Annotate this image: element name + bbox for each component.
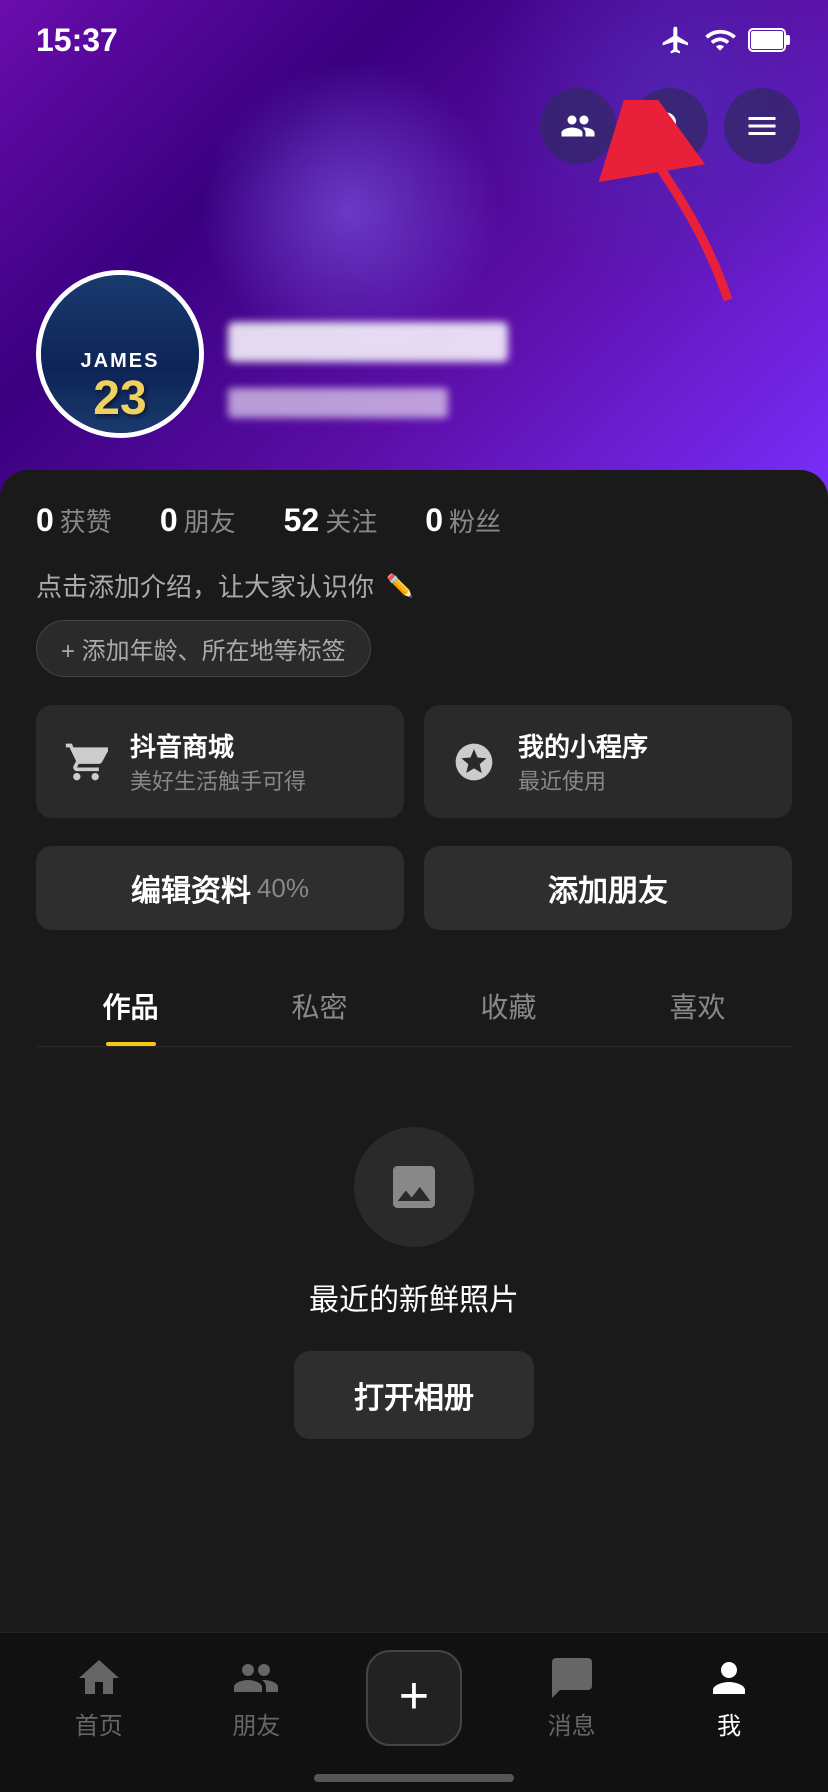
- top-actions: [540, 88, 800, 164]
- followers-label: 粉丝: [449, 502, 501, 539]
- menu-button[interactable]: [724, 88, 800, 164]
- following-label: 关注: [325, 502, 377, 539]
- wifi-icon: [704, 24, 736, 56]
- empty-icon-circle: [354, 1127, 474, 1247]
- nav-plus-button[interactable]: +: [366, 1650, 462, 1746]
- feature-mall[interactable]: 抖音商城 美好生活触手可得: [36, 705, 404, 818]
- status-bar: 15:37: [0, 0, 828, 80]
- menu-icon: [744, 108, 780, 144]
- tab-collection[interactable]: 收藏: [414, 962, 603, 1046]
- nav-messages[interactable]: 消息: [493, 1654, 651, 1741]
- search-button[interactable]: [632, 88, 708, 164]
- message-icon: [548, 1654, 596, 1702]
- stats-row: 0 获赞 0 朋友 52 关注 0 粉丝: [36, 502, 792, 539]
- tabs-row: 作品 私密 收藏 喜欢: [36, 962, 792, 1047]
- miniapp-info: 我的小程序 最近使用: [518, 727, 648, 796]
- add-tag-button[interactable]: + 添加年龄、所在地等标签: [36, 620, 371, 677]
- feature-miniapp[interactable]: 我的小程序 最近使用: [424, 705, 792, 818]
- friends-button[interactable]: [540, 88, 616, 164]
- nav-friends-icon: [232, 1654, 280, 1702]
- likes-label: 获赞: [60, 502, 112, 539]
- add-friend-button[interactable]: 添加朋友: [424, 846, 792, 930]
- miniapp-icon: [448, 736, 500, 788]
- profile-area: JAMES 23: [36, 270, 508, 438]
- home-icon: [75, 1654, 123, 1702]
- edit-icon: ✏️: [386, 573, 413, 599]
- tab-likes[interactable]: 喜欢: [603, 962, 792, 1046]
- nav-messages-label: 消息: [548, 1706, 596, 1741]
- friends-label: 朋友: [184, 502, 236, 539]
- empty-title: 最近的新鲜照片: [309, 1275, 519, 1319]
- jersey-number: 23: [93, 375, 146, 423]
- photo-icon: [386, 1159, 442, 1215]
- tab-private[interactable]: 私密: [225, 962, 414, 1046]
- stat-friends[interactable]: 0 朋友: [160, 502, 236, 539]
- tab-works[interactable]: 作品: [36, 962, 225, 1046]
- nav-me[interactable]: 我: [650, 1654, 808, 1741]
- empty-state: 最近的新鲜照片 打开相册: [36, 1047, 792, 1479]
- profile-icon: [705, 1654, 753, 1702]
- edit-profile-button[interactable]: 编辑资料 40%: [36, 846, 404, 930]
- mall-info: 抖音商城 美好生活触手可得: [130, 727, 306, 796]
- likes-count: 0: [36, 502, 54, 539]
- nav-friends-label: 朋友: [232, 1706, 280, 1741]
- nav-me-label: 我: [717, 1706, 741, 1741]
- jersey-name: JAMES: [81, 350, 160, 373]
- action-buttons-row: 编辑资料 40% 添加朋友: [36, 846, 792, 930]
- main-card: 0 获赞 0 朋友 52 关注 0 粉丝 点击添加介绍，让大家认识你 ✏️ + …: [0, 470, 828, 1792]
- nav-plus-icon: +: [399, 1670, 429, 1722]
- nav-friends[interactable]: 朋友: [178, 1654, 336, 1741]
- followers-count: 0: [425, 502, 443, 539]
- status-icons: [660, 24, 792, 56]
- feature-row: 抖音商城 美好生活触手可得 我的小程序 最近使用: [36, 705, 792, 818]
- stat-following[interactable]: 52 关注: [284, 502, 378, 539]
- stat-likes[interactable]: 0 获赞: [36, 502, 112, 539]
- friends-count: 0: [160, 502, 178, 539]
- profile-text: [228, 322, 508, 438]
- airplane-icon: [660, 24, 692, 56]
- search-icon: [652, 108, 688, 144]
- nav-home-label: 首页: [75, 1706, 123, 1741]
- stat-followers[interactable]: 0 粉丝: [425, 502, 501, 539]
- open-album-button[interactable]: 打开相册: [294, 1351, 534, 1439]
- following-count: 52: [284, 502, 320, 539]
- friends-icon: [560, 108, 596, 144]
- home-indicator: [314, 1774, 514, 1782]
- cart-icon: [60, 736, 112, 788]
- bio-text[interactable]: 点击添加介绍，让大家认识你 ✏️: [36, 567, 792, 604]
- nav-home[interactable]: 首页: [20, 1654, 178, 1741]
- status-time: 15:37: [36, 22, 118, 59]
- nav-create[interactable]: +: [335, 1650, 493, 1746]
- userid-blurred: [228, 388, 448, 418]
- avatar[interactable]: JAMES 23: [36, 270, 204, 438]
- battery-icon: [748, 27, 792, 53]
- username-blurred: [228, 322, 508, 362]
- bio-section: 点击添加介绍，让大家认识你 ✏️ + 添加年龄、所在地等标签: [36, 567, 792, 677]
- bottom-nav: 首页 朋友 + 消息 我: [0, 1632, 828, 1792]
